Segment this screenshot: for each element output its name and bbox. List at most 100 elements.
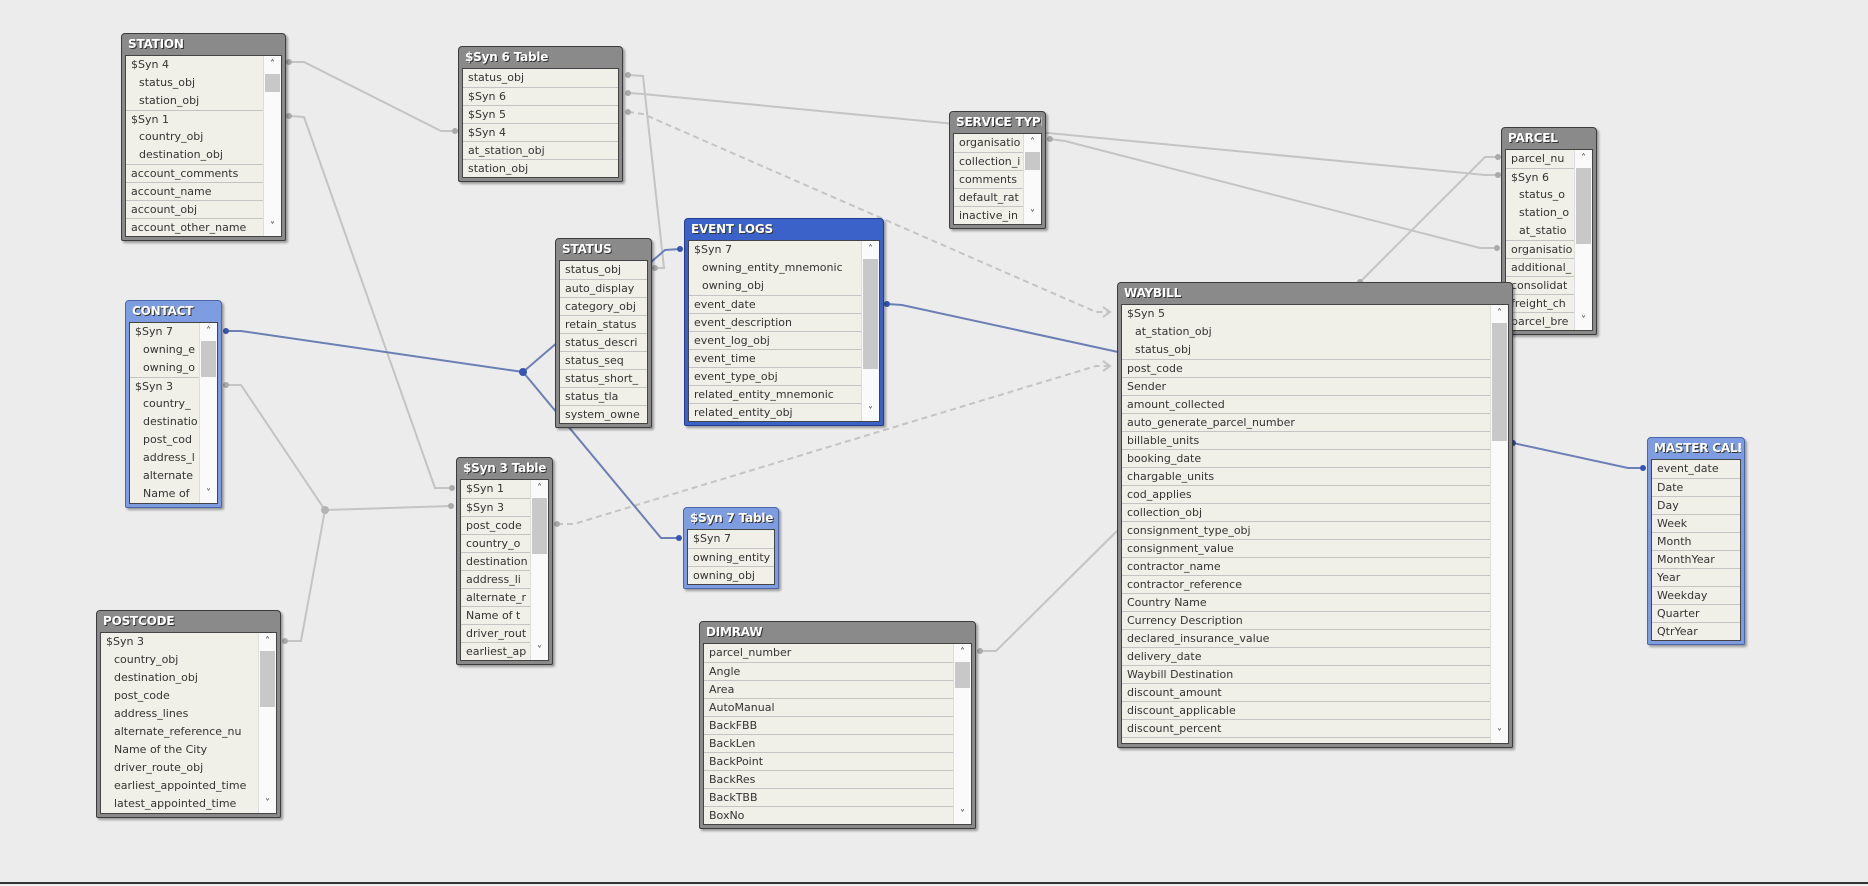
- field-row[interactable]: consignment_type_obj: [1122, 521, 1490, 539]
- field-row[interactable]: driver_rout: [461, 624, 530, 642]
- field-row[interactable]: address_li: [461, 570, 530, 588]
- chevron-down-icon[interactable]: ˅: [531, 643, 548, 659]
- field-row[interactable]: destination_obj: [126, 146, 263, 164]
- table-postcode[interactable]: POSTCODE $Syn 3 country_obj destination_obj…: [96, 610, 281, 818]
- field-row[interactable]: chargable_units: [1122, 467, 1490, 485]
- field-row[interactable]: $Syn 3: [101, 633, 258, 651]
- scrollbar[interactable]: ˄ ˅: [1574, 150, 1592, 330]
- table-title[interactable]: DIMRAW: [703, 622, 972, 643]
- field-row[interactable]: address_lines: [101, 705, 258, 723]
- field-row[interactable]: country_obj: [126, 128, 263, 146]
- field-row[interactable]: alternate_reference_nu: [101, 723, 258, 741]
- field-row[interactable]: booking_date: [1122, 449, 1490, 467]
- table-status[interactable]: STATUS status_obj auto_display category_obj…: [555, 238, 652, 428]
- field-row[interactable]: BackPoint: [704, 752, 953, 770]
- field-row[interactable]: $Syn 6: [1506, 168, 1574, 186]
- field-row[interactable]: consignment_value: [1122, 539, 1490, 557]
- scrollbar-thumb[interactable]: [1576, 168, 1591, 244]
- field-row[interactable]: system_owne: [560, 405, 647, 423]
- field-row[interactable]: additional_: [1506, 258, 1574, 276]
- field-row[interactable]: Area: [704, 680, 953, 698]
- field-row[interactable]: status_obj: [126, 74, 263, 92]
- table-eventlogs[interactable]: EVENT LOGS $Syn 7 owning_entity_mnemonic ow…: [684, 218, 884, 426]
- field-row[interactable]: owning_entity: [688, 548, 774, 566]
- field-row[interactable]: contractor_reference: [1122, 575, 1490, 593]
- field-row[interactable]: event_type_obj: [689, 367, 861, 385]
- field-row[interactable]: post_code: [101, 687, 258, 705]
- scrollbar-thumb[interactable]: [265, 74, 280, 92]
- field-row[interactable]: account_comments: [126, 164, 263, 182]
- table-title[interactable]: STATION: [125, 34, 282, 55]
- field-row[interactable]: Month: [1652, 532, 1740, 550]
- chevron-down-icon[interactable]: ˅: [1024, 207, 1041, 223]
- field-row[interactable]: billable_units: [1122, 431, 1490, 449]
- field-row[interactable]: status_seq: [560, 351, 647, 369]
- chevron-up-icon[interactable]: ˄: [531, 481, 548, 497]
- field-row[interactable]: address_l: [130, 449, 199, 467]
- field-row[interactable]: event_date: [689, 295, 861, 313]
- field-row[interactable]: status_obj: [463, 69, 618, 87]
- field-row[interactable]: status_obj: [1122, 341, 1490, 359]
- table-title[interactable]: CONTACT: [129, 301, 218, 322]
- field-row[interactable]: destination_obj: [101, 669, 258, 687]
- chevron-up-icon[interactable]: ˄: [1491, 306, 1508, 322]
- field-row[interactable]: parcel_bre: [1506, 312, 1574, 330]
- field-row[interactable]: consolidat: [1506, 276, 1574, 294]
- field-row[interactable]: Currency Description: [1122, 611, 1490, 629]
- table-title[interactable]: STATUS: [559, 239, 648, 260]
- field-row[interactable]: Sender: [1122, 377, 1490, 395]
- field-row[interactable]: $Syn 4: [126, 56, 263, 74]
- chevron-down-icon[interactable]: ˅: [200, 486, 217, 502]
- field-row[interactable]: post_cod: [130, 431, 199, 449]
- field-row[interactable]: comments: [954, 170, 1023, 188]
- field-row[interactable]: BackFBB: [704, 716, 953, 734]
- chevron-down-icon[interactable]: ˅: [954, 807, 971, 823]
- chevron-up-icon[interactable]: ˄: [954, 645, 971, 661]
- field-row[interactable]: delivery_date: [1122, 647, 1490, 665]
- field-row[interactable]: status_o: [1506, 186, 1574, 204]
- field-row[interactable]: default_rat: [954, 188, 1023, 206]
- scrollbar-thumb[interactable]: [1025, 152, 1040, 170]
- field-row[interactable]: Waybill Destination: [1122, 665, 1490, 683]
- chevron-up-icon[interactable]: ˄: [259, 634, 276, 650]
- table-syn7[interactable]: $Syn 7 Table $Syn 7 owning_entity owning_ob…: [683, 507, 779, 589]
- chevron-up-icon[interactable]: ˄: [200, 324, 217, 340]
- field-row[interactable]: latest_appointed_time: [101, 795, 258, 813]
- field-row[interactable]: category_obj: [560, 297, 647, 315]
- field-row[interactable]: Angle: [704, 662, 953, 680]
- table-title[interactable]: WAYBILL: [1121, 283, 1509, 304]
- field-row[interactable]: parcel_number: [704, 644, 953, 662]
- field-row[interactable]: retain_status: [560, 315, 647, 333]
- field-row[interactable]: Country Name: [1122, 593, 1490, 611]
- scrollbar[interactable]: ˄ ˅: [530, 480, 548, 660]
- table-title[interactable]: $Syn 7 Table: [687, 508, 775, 529]
- scrollbar[interactable]: ˄ ˅: [199, 323, 217, 503]
- field-row[interactable]: status_descri: [560, 333, 647, 351]
- table-title[interactable]: MASTER CALE: [1651, 438, 1741, 459]
- field-row[interactable]: $Syn 7: [130, 323, 199, 341]
- field-row[interactable]: earliest_appointed_time: [101, 777, 258, 795]
- field-row[interactable]: auto_display: [560, 279, 647, 297]
- scrollbar-thumb[interactable]: [955, 662, 970, 688]
- scrollbar[interactable]: ˄ ˅: [263, 56, 281, 236]
- field-row[interactable]: Name of the City: [101, 741, 258, 759]
- field-row[interactable]: parcel_nu: [1506, 150, 1574, 168]
- field-row[interactable]: $Syn 5: [1122, 305, 1490, 323]
- field-row[interactable]: $Syn 3: [461, 498, 530, 516]
- table-title[interactable]: PARCEL: [1505, 128, 1593, 149]
- chevron-up-icon[interactable]: ˄: [1575, 151, 1592, 167]
- field-row[interactable]: BackLen: [704, 734, 953, 752]
- scrollbar-thumb[interactable]: [260, 651, 275, 707]
- field-row[interactable]: post_code: [461, 516, 530, 534]
- table-dimraw[interactable]: DIMRAW parcel_number Angle Area AutoManual Ba…: [699, 621, 976, 829]
- field-row[interactable]: owning_e: [130, 341, 199, 359]
- chevron-down-icon[interactable]: ˅: [1491, 726, 1508, 742]
- field-row[interactable]: $Syn 6: [463, 87, 618, 105]
- field-row[interactable]: Name of: [130, 485, 199, 503]
- field-row[interactable]: station_o: [1506, 204, 1574, 222]
- field-row[interactable]: destinatio: [130, 413, 199, 431]
- field-row[interactable]: owning_obj: [688, 566, 774, 584]
- field-row[interactable]: AutoManual: [704, 698, 953, 716]
- field-row[interactable]: at_statio: [1506, 222, 1574, 240]
- field-row[interactable]: MonthYear: [1652, 550, 1740, 568]
